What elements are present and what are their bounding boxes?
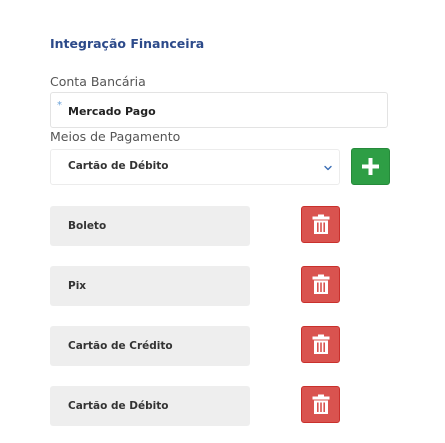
payment-method-label: Cartão de Crédito <box>68 340 173 352</box>
plus-icon <box>362 158 379 175</box>
delete-payment-method-button[interactable] <box>301 386 340 423</box>
delete-payment-method-button[interactable] <box>301 326 340 363</box>
meio-pagamento-select[interactable]: Cartão de Débito <box>50 149 340 185</box>
delete-payment-method-button[interactable] <box>301 266 340 303</box>
payment-method-label: Pix <box>68 280 87 292</box>
trash-icon <box>312 214 330 234</box>
chevron-down-icon <box>324 165 332 171</box>
trash-icon <box>312 394 330 414</box>
trash-icon <box>312 274 330 294</box>
add-payment-method-button[interactable] <box>351 148 390 185</box>
delete-payment-method-button[interactable] <box>301 206 340 243</box>
payment-method-item: Cartão de Débito <box>50 386 250 426</box>
conta-bancaria-value: Mercado Pago <box>68 105 156 118</box>
required-marker: * <box>57 100 62 111</box>
conta-bancaria-select[interactable]: * Mercado Pago <box>50 92 388 128</box>
trash-icon <box>312 334 330 354</box>
payment-method-item: Boleto <box>50 206 250 246</box>
conta-bancaria-label: Conta Bancária <box>50 74 146 89</box>
payment-method-item: Pix <box>50 266 250 306</box>
payment-method-item: Cartão de Crédito <box>50 326 250 366</box>
payment-method-label: Cartão de Débito <box>68 400 169 412</box>
payment-method-label: Boleto <box>68 220 107 232</box>
meio-pagamento-selected: Cartão de Débito <box>68 160 169 172</box>
meios-pagamento-label: Meios de Pagamento <box>50 129 181 144</box>
section-title: Integração Financeira <box>50 36 205 51</box>
